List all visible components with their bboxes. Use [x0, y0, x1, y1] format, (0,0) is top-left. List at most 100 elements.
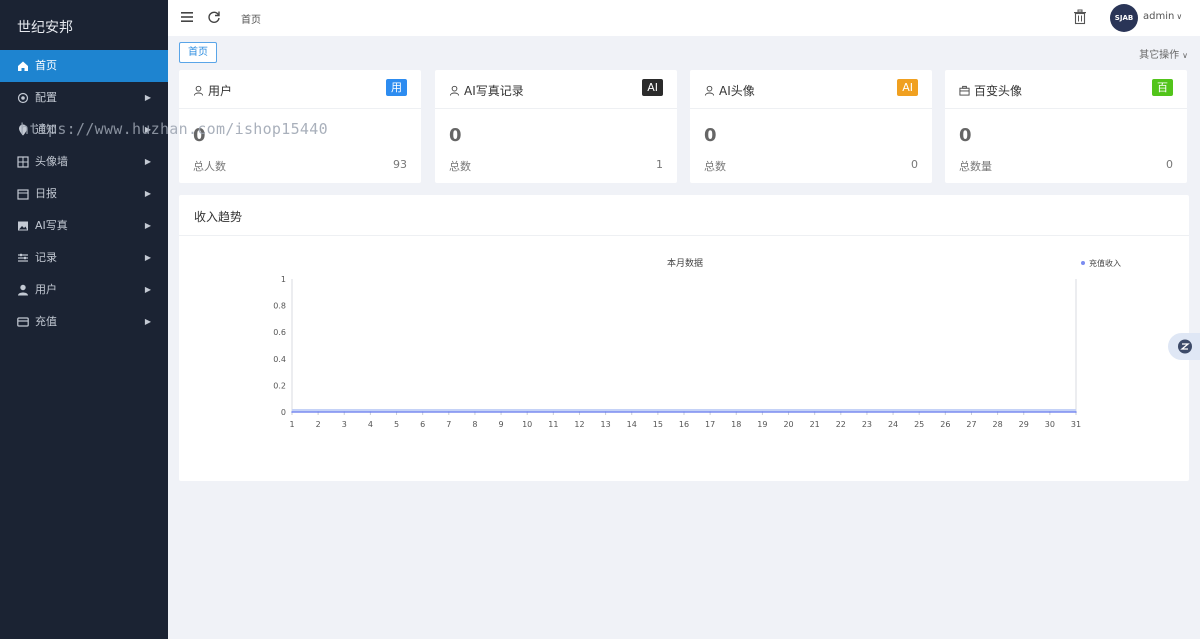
x-tick-label: 21	[810, 420, 820, 429]
y-tick-label: 0.8	[273, 302, 286, 311]
caret-right-icon: ▶	[144, 253, 151, 262]
x-tick-label: 2	[316, 420, 321, 429]
x-tick-label: 9	[499, 420, 504, 429]
card-title-text: 百变头像	[974, 84, 1023, 98]
x-tick-label: 10	[522, 420, 532, 429]
y-tick-label: 0.4	[273, 355, 286, 364]
other-ops-dropdown[interactable]: 其它操作 ∨	[1139, 46, 1188, 61]
card-foot-label: 总数	[704, 160, 726, 173]
data-point	[317, 411, 319, 413]
x-tick-label: 27	[966, 420, 976, 429]
x-tick-label: 15	[653, 420, 663, 429]
card-title: AI写真记录	[449, 82, 524, 99]
data-point	[630, 411, 633, 413]
data-point	[291, 411, 293, 413]
x-tick-label: 5	[394, 420, 399, 429]
other-ops-label: 其它操作	[1139, 50, 1180, 61]
gear-icon	[17, 92, 29, 104]
avatar[interactable]: SJAB	[1110, 4, 1138, 32]
x-tick-label: 13	[601, 420, 611, 429]
data-point	[918, 411, 920, 413]
menu-toggle-icon[interactable]	[180, 10, 194, 24]
floating-tool-button[interactable]	[1168, 333, 1200, 360]
caret-right-icon: ▶	[144, 93, 151, 102]
card-foot-label: 总数量	[959, 160, 992, 173]
caret-right-icon: ▶	[144, 157, 151, 166]
grid-icon	[17, 156, 29, 168]
data-point	[840, 411, 842, 413]
stat-card: AI头像 AI 0 总数 0	[690, 70, 932, 183]
breadcrumb[interactable]: 首页	[241, 11, 261, 26]
card-title: 百变头像	[959, 82, 1022, 99]
caret-right-icon: ▶	[144, 189, 151, 198]
data-point	[657, 411, 659, 413]
sidebar-menu: 首页 配置 ▶ 通知 ▶ 头像墙 ▶ 日报 ▶ AI写真 ▶ 记录 ▶ 用户 ▶ 充值 ▶	[0, 50, 168, 338]
card-value: 0	[704, 125, 717, 146]
stat-card: 百变头像 百 0 总数量 0	[945, 70, 1187, 183]
sidebar-item-3[interactable]: 头像墙 ▶	[0, 146, 168, 178]
x-tick-label: 7	[446, 420, 451, 429]
x-tick-label: 31	[1071, 420, 1081, 429]
data-point	[552, 411, 555, 413]
sidebar-item-1[interactable]: 配置 ▶	[0, 82, 168, 114]
x-tick-label: 22	[836, 420, 846, 429]
x-tick-label: 30	[1045, 420, 1055, 429]
sidebar-item-8[interactable]: 充值 ▶	[0, 306, 168, 338]
sidebar-item-6[interactable]: 记录 ▶	[0, 242, 168, 274]
data-point	[526, 411, 528, 413]
refresh-icon[interactable]	[207, 10, 221, 24]
stat-card: AI写真记录 AI 0 总数 1	[435, 70, 677, 183]
card-title: AI头像	[704, 82, 755, 99]
card-header: AI写真记录 AI	[435, 70, 677, 109]
y-tick-label: 0.2	[273, 381, 286, 390]
sidebar-item-label: 充值	[35, 315, 57, 328]
data-point	[500, 411, 502, 413]
card-badge: 百	[1152, 79, 1173, 96]
x-tick-label: 3	[342, 420, 347, 429]
data-point	[421, 411, 424, 413]
sidebar-item-label: AI写真	[35, 219, 68, 232]
watermark-text: https://www.huzhan.com/ishop15440	[20, 120, 328, 138]
sidebar-item-4[interactable]: 日报 ▶	[0, 178, 168, 210]
x-tick-label: 18	[731, 420, 741, 429]
trash-icon[interactable]	[1073, 9, 1087, 25]
tab-home[interactable]: 首页	[179, 42, 217, 63]
brand-title: 世纪安邦	[17, 20, 73, 36]
sidebar-item-label: 首页	[35, 59, 57, 72]
card-title: 用户	[193, 82, 232, 99]
caret-right-icon: ▶	[144, 317, 151, 326]
sidebar-item-5[interactable]: AI写真 ▶	[0, 210, 168, 242]
image-icon	[18, 221, 28, 231]
data-point	[395, 411, 398, 413]
card-foot-label: 总数	[449, 160, 471, 173]
data-point	[787, 411, 790, 413]
legend-label: 充值收入	[1089, 258, 1121, 268]
user-icon	[449, 85, 460, 96]
data-point	[761, 411, 764, 413]
card-header: AI头像 AI	[690, 70, 932, 109]
data-point	[369, 411, 372, 413]
sidebar-item-label: 配置	[35, 91, 57, 104]
x-tick-label: 25	[914, 420, 924, 429]
x-tick-label: 20	[783, 420, 793, 429]
card-foot-label: 总人数	[193, 160, 226, 173]
income-chart: 本月数据00.20.40.60.811 2 3 4 5 6 7 8 9 10 11 12 13 14 15 1…	[273, 257, 1121, 429]
card-header: 百变头像 百	[945, 70, 1187, 109]
sidebar-item-0[interactable]: 首页	[0, 50, 168, 82]
y-tick-label: 0.6	[273, 328, 286, 337]
y-tick-label: 0	[281, 408, 286, 417]
caret-right-icon: ▶	[144, 285, 151, 294]
data-point	[604, 411, 607, 413]
card-foot-value: 1	[656, 158, 663, 171]
data-point	[996, 411, 999, 413]
legend-marker	[1081, 261, 1085, 265]
sidebar-item-label: 记录	[35, 251, 57, 264]
user-name: admin	[1143, 11, 1175, 22]
home-icon	[18, 61, 28, 71]
x-tick-label: 24	[888, 420, 898, 429]
caret-right-icon: ▶	[144, 221, 151, 230]
data-point	[1075, 411, 1077, 413]
user-menu[interactable]: admin ∨	[1143, 11, 1182, 22]
sidebar-item-7[interactable]: 用户 ▶	[0, 274, 168, 306]
data-point	[813, 411, 816, 413]
